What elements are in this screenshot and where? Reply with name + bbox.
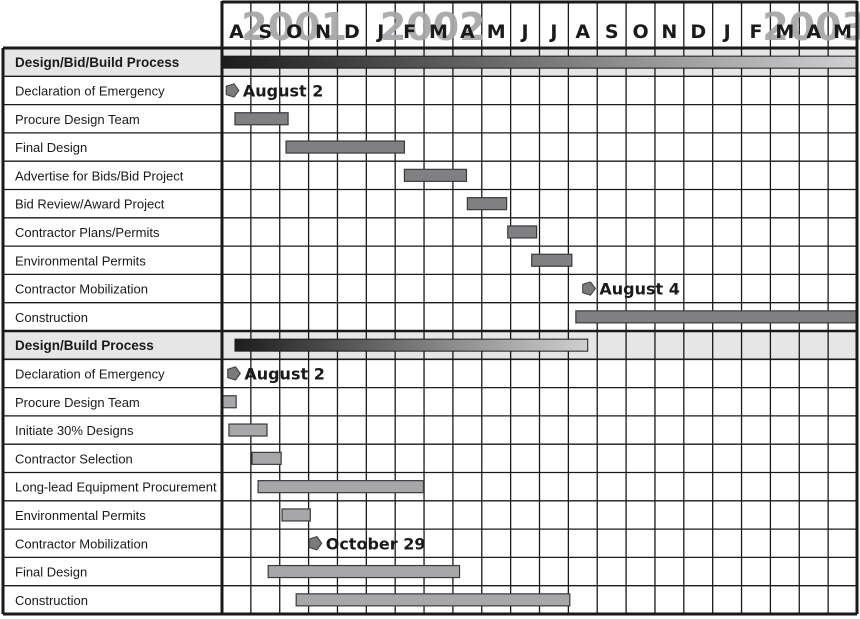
month-tick-label: D [344, 21, 360, 43]
month-tick-label: F [749, 21, 762, 43]
task-label: Construction [15, 310, 88, 325]
month-tick-label: M [487, 21, 506, 43]
month-tick-label: M [775, 21, 794, 43]
task-label: Environmental Permits [15, 253, 146, 268]
month-tick-label: N [315, 21, 331, 43]
milestone-label: August 4 [599, 280, 680, 299]
month-tick-label: M [429, 21, 448, 43]
milestone-label: August 2 [243, 81, 323, 100]
task-label: Bid Review/Award Project [15, 197, 165, 212]
task-bar [251, 451, 282, 465]
milestone-marker [582, 281, 597, 296]
task-label: Contractor Plans/Permits [15, 225, 160, 240]
task-bar [531, 253, 573, 267]
task-label: Advertise for Bids/Bid Project [15, 168, 184, 183]
task-bar [267, 564, 461, 579]
milestone-marker [225, 83, 240, 98]
month-tick-label: O [632, 21, 648, 43]
milestone-marker [308, 536, 323, 551]
month-tick-label: S [258, 21, 272, 43]
month-tick-label: J [520, 21, 529, 43]
month-tick-label: A [806, 21, 821, 43]
section-title: Design/Bid/Build Process [15, 55, 179, 70]
milestone-marker [227, 366, 241, 381]
month-tick-label: A [229, 21, 244, 43]
month-tick-label: J [722, 21, 731, 43]
task-label: Long-lead Equipment Procurement [15, 480, 217, 495]
milestone-label: August 2 [244, 364, 324, 383]
task-label: Contractor Selection [15, 451, 133, 466]
task-label: Declaration of Emergency [15, 83, 165, 98]
task-label: Contractor Mobilization [15, 282, 148, 297]
month-tick-label: N [661, 21, 677, 43]
summary-bar [234, 338, 589, 352]
month-tick-label: O [286, 21, 302, 43]
task-label: Contractor Mobilization [15, 536, 148, 551]
task-bar [507, 225, 538, 239]
month-tick-label: M [833, 21, 852, 43]
task-bar [221, 395, 237, 409]
section-title: Design/Build Process [15, 338, 154, 353]
task-label: Initiate 30% Designs [15, 423, 134, 438]
task-bar [281, 508, 311, 522]
task-bar [295, 593, 571, 607]
task-label: Declaration of Emergency [15, 366, 165, 381]
month-tick-label: A [460, 21, 475, 43]
task-label: Final Design [15, 565, 87, 580]
summary-bar [223, 55, 858, 69]
task-bar [575, 310, 858, 324]
task-bar [285, 140, 406, 154]
task-label: Construction [15, 593, 88, 608]
month-tick-label: F [403, 21, 416, 43]
month-tick-label: J [375, 21, 384, 43]
task-label: Procure Design Team [15, 112, 140, 127]
month-tick-label: D [690, 21, 706, 43]
milestone-label: October 29 [326, 534, 426, 553]
task-bar [257, 480, 425, 494]
task-bar [466, 197, 508, 211]
month-tick-label: J [548, 21, 557, 43]
task-bar [228, 423, 268, 437]
month-tick-label: S [605, 21, 619, 43]
task-label: Procure Design Team [15, 395, 140, 410]
gantt-chart: 2001 2002 2003A S O N D J F M A M J J A S O N D J F M A M Desig… [1, 0, 860, 616]
task-bar [234, 112, 289, 126]
task-label: Final Design [15, 140, 87, 155]
task-bar [403, 168, 468, 182]
month-tick-label: A [575, 21, 590, 43]
task-label: Environmental Permits [15, 508, 146, 523]
